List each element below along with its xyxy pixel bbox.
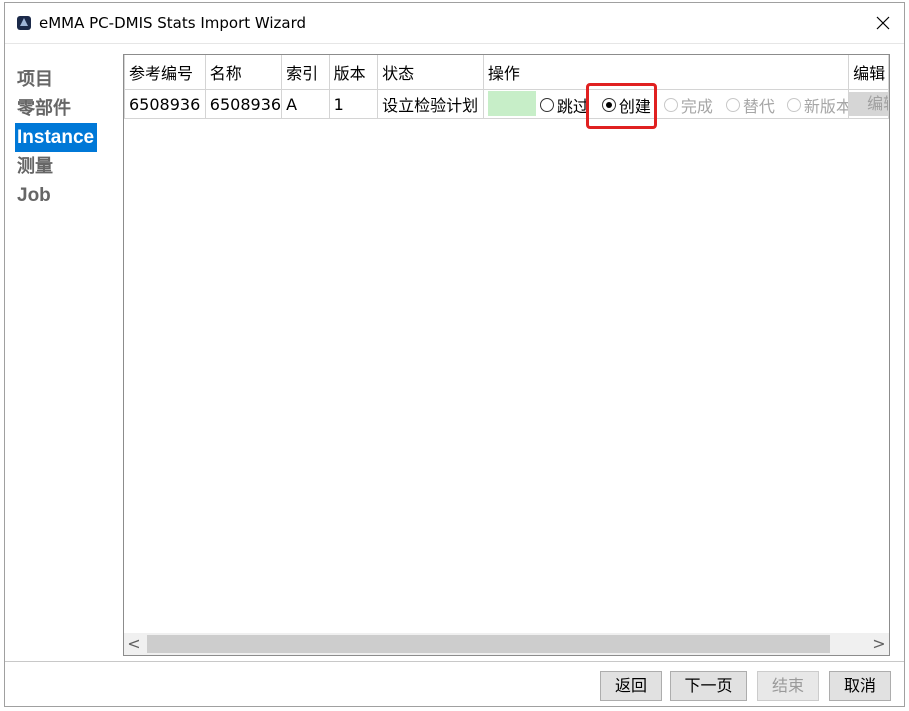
col-header-version[interactable]: 版本: [328, 55, 379, 90]
footer-divider: [5, 661, 904, 662]
nav-step-instance: Instance: [15, 123, 98, 152]
scroll-right-icon[interactable]: >: [869, 633, 889, 655]
radio-circle: [725, 98, 740, 112]
col-header-status[interactable]: 状态: [377, 55, 484, 90]
cell-name: 6508936: [204, 89, 283, 119]
next-button[interactable]: 下一页: [670, 671, 747, 701]
nav-step-part: 零部件: [17, 98, 71, 119]
table-row[interactable]: 6508936 6508936 A 1 设立检验计划 跳过 创建 完成 替代 新…: [124, 89, 889, 119]
highlight-annotation: [586, 83, 657, 129]
cell-ref: 6508936: [124, 89, 206, 119]
action-status-indicator: [487, 91, 536, 116]
radio-circle: [539, 98, 554, 112]
wizard-steps-nav: 项目 零部件 Instance 测量 Job: [15, 65, 125, 210]
radio-new-version-label: 新版本: [803, 97, 849, 116]
radio-complete-label: 完成: [680, 97, 713, 116]
radio-replace-label: 替代: [742, 97, 775, 116]
edit-button[interactable]: 编辑: [849, 92, 888, 116]
nav-step-measurement: 测量: [17, 156, 53, 177]
cell-status: 设立检验计划: [377, 89, 484, 119]
finish-button[interactable]: 结束: [757, 671, 819, 701]
col-header-index[interactable]: 索引: [281, 55, 330, 90]
cell-version: 1: [328, 89, 379, 119]
nav-step-job: Job: [17, 185, 51, 206]
col-header-ref[interactable]: 参考编号: [124, 55, 206, 90]
radio-skip-label: 跳过: [556, 97, 589, 116]
window-title: eMMA PC-DMIS Stats Import Wizard: [39, 14, 307, 32]
col-header-edit[interactable]: 编辑: [848, 55, 889, 90]
table-header-row: 参考编号 名称 索引 版本 状态 操作 编辑: [124, 55, 889, 90]
back-button[interactable]: 返回: [600, 671, 662, 701]
title-bar: eMMA PC-DMIS Stats Import Wizard: [5, 3, 904, 43]
instance-table: 参考编号 名称 索引 版本 状态 操作 编辑 6508936 6508936 A…: [124, 55, 889, 119]
scroll-thumb[interactable]: [147, 635, 830, 653]
title-divider: [5, 43, 904, 44]
radio-new-version[interactable]: 新版本: [786, 93, 849, 117]
scroll-left-icon[interactable]: <: [124, 633, 144, 655]
radio-complete[interactable]: 完成: [663, 93, 713, 117]
horizontal-scrollbar[interactable]: < >: [124, 633, 889, 655]
cell-index: A: [281, 89, 330, 119]
cancel-button[interactable]: 取消: [829, 671, 891, 701]
close-icon[interactable]: [860, 3, 904, 43]
wizard-window: eMMA PC-DMIS Stats Import Wizard 项目 零部件 …: [4, 2, 905, 707]
instance-table-panel: 参考编号 名称 索引 版本 状态 操作 编辑 6508936 6508936 A…: [123, 54, 890, 656]
nav-step-project: 项目: [17, 69, 53, 90]
radio-circle: [663, 98, 678, 112]
col-header-name[interactable]: 名称: [204, 55, 283, 90]
radio-skip[interactable]: 跳过: [539, 93, 589, 117]
col-header-action[interactable]: 操作: [482, 55, 850, 90]
app-icon: [17, 16, 31, 30]
radio-circle: [786, 98, 801, 112]
radio-replace[interactable]: 替代: [725, 93, 775, 117]
cell-edit: 编辑: [848, 89, 889, 119]
cell-action: 跳过 创建 完成 替代 新版本: [482, 89, 850, 119]
